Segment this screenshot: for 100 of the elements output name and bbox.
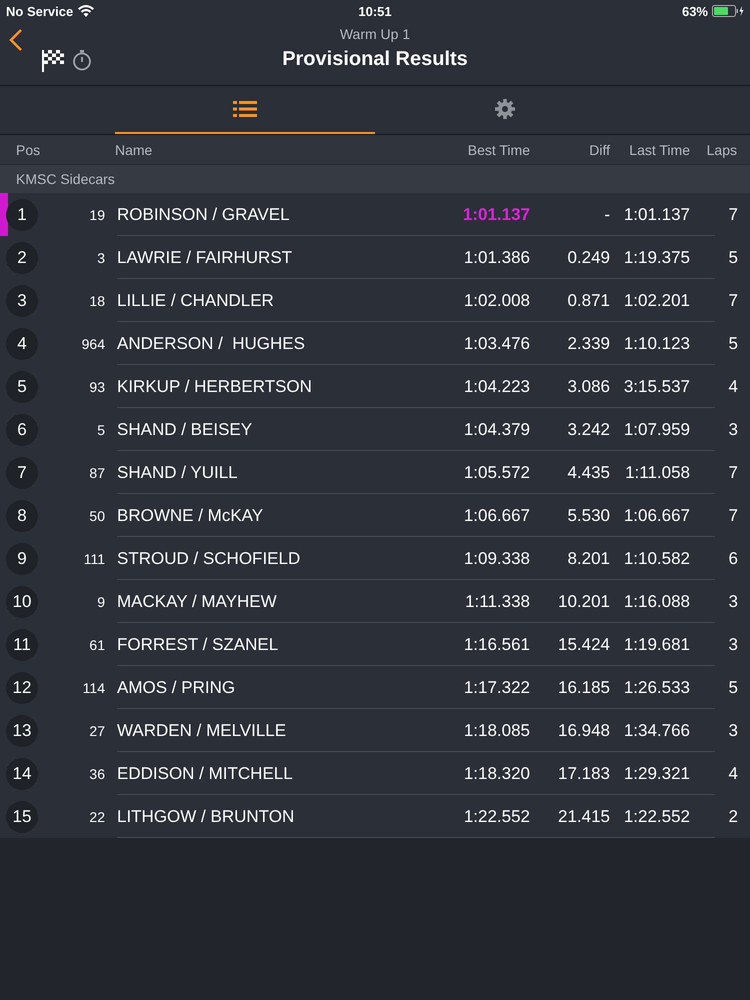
column-header: Best Time: [466, 142, 530, 158]
rider-name: SHAND / YUILL: [117, 462, 239, 482]
laps-cell-text: 5: [728, 248, 738, 268]
last-time: 1:19.681: [622, 634, 690, 654]
position-badge: 4: [6, 328, 38, 360]
diff-cell-text: 3.242: [566, 420, 610, 440]
position-badge: 11: [6, 628, 38, 660]
last-time: 1:01.137: [622, 204, 690, 224]
last-time: 1:07.959: [622, 420, 690, 440]
rider-name: ANDERSON / HUGHES: [117, 334, 306, 354]
diff-cell-text: 0.249: [566, 248, 610, 268]
position-badge: 5: [6, 370, 38, 402]
laps-cell-text: 4: [728, 764, 738, 784]
car-number: 964: [80, 336, 105, 352]
last-time: 3:15.537: [622, 376, 690, 396]
car-number: 5: [96, 422, 105, 438]
position-badge: 2: [6, 242, 38, 274]
last-time: 1:10.582: [622, 548, 690, 568]
laps-cell-text: 3: [728, 420, 738, 440]
position-badge: 3: [6, 284, 38, 316]
car-number: 50: [88, 508, 105, 524]
rider-name: AMOS / PRING: [117, 678, 236, 698]
diff-cell-text: 15.424: [557, 634, 610, 654]
best-time: 1:18.085: [462, 720, 530, 740]
column-header: Name: [115, 142, 154, 158]
best-time: 1:04.223: [462, 376, 530, 396]
best-time: 1:01.386: [462, 248, 530, 268]
car-number: 22: [88, 808, 105, 824]
wifi-icon: [78, 5, 94, 17]
diff-cell-text: 21.415: [557, 806, 610, 826]
laps-cell-text: 3: [728, 634, 738, 654]
diff-cell-text: 10.201: [557, 592, 610, 612]
rider-name: STROUD / SCHOFIELD: [117, 548, 302, 568]
car-number: 61: [88, 636, 105, 652]
diff-cell-text: 0.871: [566, 290, 610, 310]
best-time: 1:11.338: [464, 592, 530, 612]
group-header: KMSC Sidecars: [0, 165, 750, 193]
rider-name: LAWRIE / FAIRHURST: [117, 248, 294, 268]
position-badge: 8: [6, 500, 38, 532]
rider-name: WARDEN / MELVILLE: [117, 720, 288, 740]
diff-cell-text: -: [603, 204, 610, 224]
last-time: 1:29.321: [622, 764, 690, 784]
diff-cell-text: 4.435: [566, 462, 610, 482]
rider-name: ROBINSON / GRAVEL: [117, 204, 291, 224]
position-badge: 7: [6, 456, 38, 488]
diff-cell-text: 5.530: [566, 506, 610, 526]
best-time: 1:06.667: [462, 506, 530, 526]
list-icon: [233, 101, 257, 117]
position-badge: 12: [6, 672, 38, 704]
rider-name: EDDISON / MITCHELL: [117, 764, 294, 784]
car-number: 9: [96, 594, 105, 610]
laps-cell-text: 7: [728, 290, 738, 310]
laps-cell-text: 7: [728, 506, 738, 526]
laps-cell-text: 5: [728, 334, 738, 354]
laps-cell-text: 7: [728, 462, 738, 482]
session-subtitle: Warm Up 1: [340, 26, 410, 42]
position-badge: 9: [6, 542, 38, 574]
car-number: 27: [88, 722, 105, 738]
best-time: 1:03.476: [462, 334, 530, 354]
position-badge: 6: [6, 414, 38, 446]
position-badge: 14: [6, 758, 38, 790]
laps-cell-text: 4: [728, 376, 738, 396]
stopwatch-icon[interactable]: [72, 49, 92, 71]
last-time: 1:02.201: [622, 290, 690, 310]
diff-cell-text: 16.185: [557, 678, 610, 698]
position-badge: 10: [6, 586, 38, 618]
settings-icon: [495, 99, 515, 119]
last-time: 1:16.088: [622, 592, 690, 612]
position-badge: 15: [6, 800, 38, 832]
best-time: 1:01.137: [462, 204, 530, 224]
checkered-flag-icon[interactable]: [42, 48, 64, 72]
last-time: 1:22.552: [622, 806, 690, 826]
column-header: Pos: [15, 142, 42, 158]
laps-cell-text: 6: [728, 548, 738, 568]
best-time: 1:04.379: [462, 420, 530, 440]
car-number: 87: [88, 464, 105, 480]
rider-name: BROWNE / McKAY: [117, 506, 264, 526]
best-time: 1:05.572: [462, 462, 530, 482]
best-time: 1:02.008: [462, 290, 530, 310]
last-time: 1:10.123: [622, 334, 690, 354]
column-header: Diff: [588, 142, 610, 158]
rider-name: LILLIE / CHANDLER: [117, 290, 275, 310]
back-button[interactable]: [8, 28, 24, 52]
diff-cell-text: 8.201: [566, 548, 610, 568]
last-time: 1:06.667: [622, 506, 690, 526]
best-time: 1:17.322: [462, 678, 530, 698]
car-number: 111: [82, 550, 105, 566]
car-number: 18: [88, 292, 105, 308]
rider-name: FORREST / SZANEL: [117, 634, 280, 654]
diff-cell-text: 16.948: [557, 720, 610, 740]
diff-cell-text: 3.086: [566, 376, 610, 396]
battery-icon: [712, 5, 744, 17]
rider-name: KIRKUP / HERBERTSON: [117, 376, 313, 396]
laps-cell-text: 5: [728, 678, 738, 698]
laps-cell-text: 7: [728, 204, 738, 224]
car-number: 93: [88, 378, 105, 394]
diff-cell-text: 2.339: [566, 334, 610, 354]
last-time: 1:19.375: [622, 248, 690, 268]
rider-name: LITHGOW / BRUNTON: [117, 806, 296, 826]
laps-cell-text: 2: [728, 806, 738, 826]
